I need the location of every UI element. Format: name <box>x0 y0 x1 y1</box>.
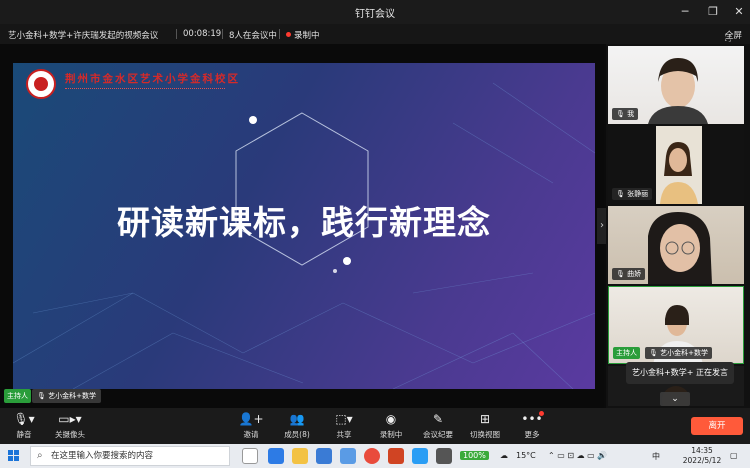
store-icon[interactable] <box>340 448 356 464</box>
grid-view-icon: ⊞ <box>479 412 491 426</box>
add-user-icon: 👤+ <box>238 412 264 426</box>
meeting-title: 艺小金科+数学+许庆瑞发起的视频会议 <box>8 31 159 41</box>
camera-icon: ▭▸▾ <box>58 412 82 426</box>
clock-date: 2022/5/12 <box>682 456 722 465</box>
invite-button[interactable]: 👤+ 邀请 <box>231 412 271 440</box>
window-title: 钉钉会议 <box>355 9 395 20</box>
task-view-icon[interactable] <box>242 448 258 464</box>
pen-icon: ✎ <box>432 412 444 426</box>
close-button[interactable]: ✕ <box>726 0 750 24</box>
notification-dot <box>539 411 544 416</box>
participant-panel: 🎙 我 🎙 张静丽 🎙 曲娇 主持人 🎙 艺小金科+数学 <box>606 44 750 408</box>
battery-indicator[interactable]: 100% <box>460 451 489 460</box>
mic-icon: 🎙 <box>616 110 625 118</box>
camera-toggle-button[interactable]: ▭▸▾ 关摄像头 <box>50 412 90 440</box>
mic-icon: 🎙 <box>37 392 46 400</box>
windows-start-icon[interactable] <box>8 450 20 462</box>
recording-indicator: 录制中 <box>286 29 320 41</box>
ime-indicator[interactable]: 中 <box>652 451 660 462</box>
microphone-icon: 🎙▾ <box>13 412 35 426</box>
meeting-minutes-button[interactable]: ✎ 会议纪要 <box>418 412 458 440</box>
notification-icon[interactable]: ▢ <box>730 451 738 460</box>
presenter-name-label: 🎙 艺小金科+数学 <box>32 389 101 403</box>
more-button[interactable]: ••• 更多 <box>512 411 552 440</box>
school-subtitle-line <box>65 88 225 91</box>
search-icon: ⌕ <box>37 450 43 461</box>
meeting-toolbar: 🎙▾ 静音 ▭▸▾ 关摄像头 👤+ 邀请 👥 成员(8) ⬚▾ 共享 ◉ 录制中 ✎ 会议纪要… <box>0 408 750 444</box>
file-explorer-icon[interactable] <box>292 448 308 464</box>
record-dot-icon <box>286 32 291 37</box>
host-badge: 主持人 <box>4 389 31 403</box>
more-dots-icon: ••• <box>521 412 543 426</box>
scroll-down-chevron-icon[interactable]: ⌄ <box>660 392 690 406</box>
dingtalk-icon[interactable] <box>412 448 428 464</box>
app-icon[interactable] <box>436 448 452 464</box>
meeting-info-bar: 艺小金科+数学+许庆瑞发起的视频会议 00:08:19 8人在会议中 录制中 ⛶… <box>0 24 750 44</box>
leave-meeting-button[interactable]: 离开 <box>691 417 743 435</box>
meeting-duration: 00:08:19 <box>183 29 222 39</box>
mail-icon[interactable] <box>316 448 332 464</box>
taskbar-clock[interactable]: 14:35 2022/5/12 <box>680 446 724 466</box>
mic-icon: 🎙 <box>616 190 625 198</box>
chrome-icon[interactable] <box>364 448 380 464</box>
mute-button[interactable]: 🎙▾ 静音 <box>4 412 44 440</box>
shared-slide: 荆州市金水区艺术小学金科校区 研读新课标，践行新理念 <box>13 63 595 389</box>
share-button[interactable]: ⬚▾ 共享 <box>324 412 364 440</box>
participant-tile-active-speaker[interactable]: 主持人 🎙 艺小金科+数学 <box>608 286 744 364</box>
school-name: 荆州市金水区艺术小学金科校区 <box>65 73 240 85</box>
mic-icon: 🎙 <box>616 270 625 278</box>
participant-name: 🎙 我 <box>612 108 639 120</box>
window-titlebar: 钉钉会议 ─ ❐ ✕ <box>0 0 750 24</box>
edge-browser-icon[interactable] <box>268 448 284 464</box>
host-badge: 主持人 <box>613 347 640 359</box>
restore-button[interactable]: ❐ <box>700 0 726 24</box>
system-tray-icons[interactable]: ⌃ ▭ ⊡ ☁ ▭ 🔊 <box>548 451 607 460</box>
participant-count: 8人在会议中 <box>229 31 277 41</box>
fullscreen-icon: ⛶ <box>724 34 731 44</box>
participant-tile[interactable]: 🎙 我 <box>608 46 744 124</box>
temperature[interactable]: 15°C <box>516 451 536 460</box>
switch-view-button[interactable]: ⊞ 切换视图 <box>465 412 505 440</box>
windows-taskbar: ⌕ 在这里输入你要搜索的内容 100% ☁ 15°C ⌃ ▭ ⊡ ☁ ▭ 🔊 中 … <box>0 444 750 468</box>
divider <box>222 29 223 39</box>
active-speaker-tooltip: 艺小金科+数学+ 正在发言 <box>626 362 734 384</box>
participant-tile[interactable]: 🎙 张静丽 <box>608 126 744 204</box>
participant-name: 🎙 曲娇 <box>612 268 646 280</box>
share-screen-icon: ⬚▾ <box>335 412 353 426</box>
members-button[interactable]: 👥 成员(8) <box>277 412 317 440</box>
participant-name: 🎙 艺小金科+数学 <box>645 347 712 359</box>
school-logo <box>26 69 56 99</box>
members-icon: 👥 <box>289 412 305 426</box>
mic-icon: 🎙 <box>649 349 658 357</box>
divider <box>279 29 280 39</box>
slide-title: 研读新课标，践行新理念 <box>117 203 491 242</box>
powerpoint-icon[interactable] <box>388 448 404 464</box>
weather-icon[interactable]: ☁ <box>500 451 508 460</box>
participant-name: 🎙 张静丽 <box>612 188 653 200</box>
participant-tile[interactable]: 🎙 曲娇 <box>608 206 744 284</box>
divider <box>176 29 177 39</box>
clock-time: 14:35 <box>691 446 713 455</box>
fullscreen-button[interactable]: ⛶ 全屏 <box>724 29 742 44</box>
minimize-button[interactable]: ─ <box>672 0 698 24</box>
taskbar-search-box[interactable]: ⌕ 在这里输入你要搜索的内容 <box>30 446 230 466</box>
recording-button[interactable]: ◉ 录制中 <box>371 412 411 440</box>
record-icon: ◉ <box>385 412 397 426</box>
